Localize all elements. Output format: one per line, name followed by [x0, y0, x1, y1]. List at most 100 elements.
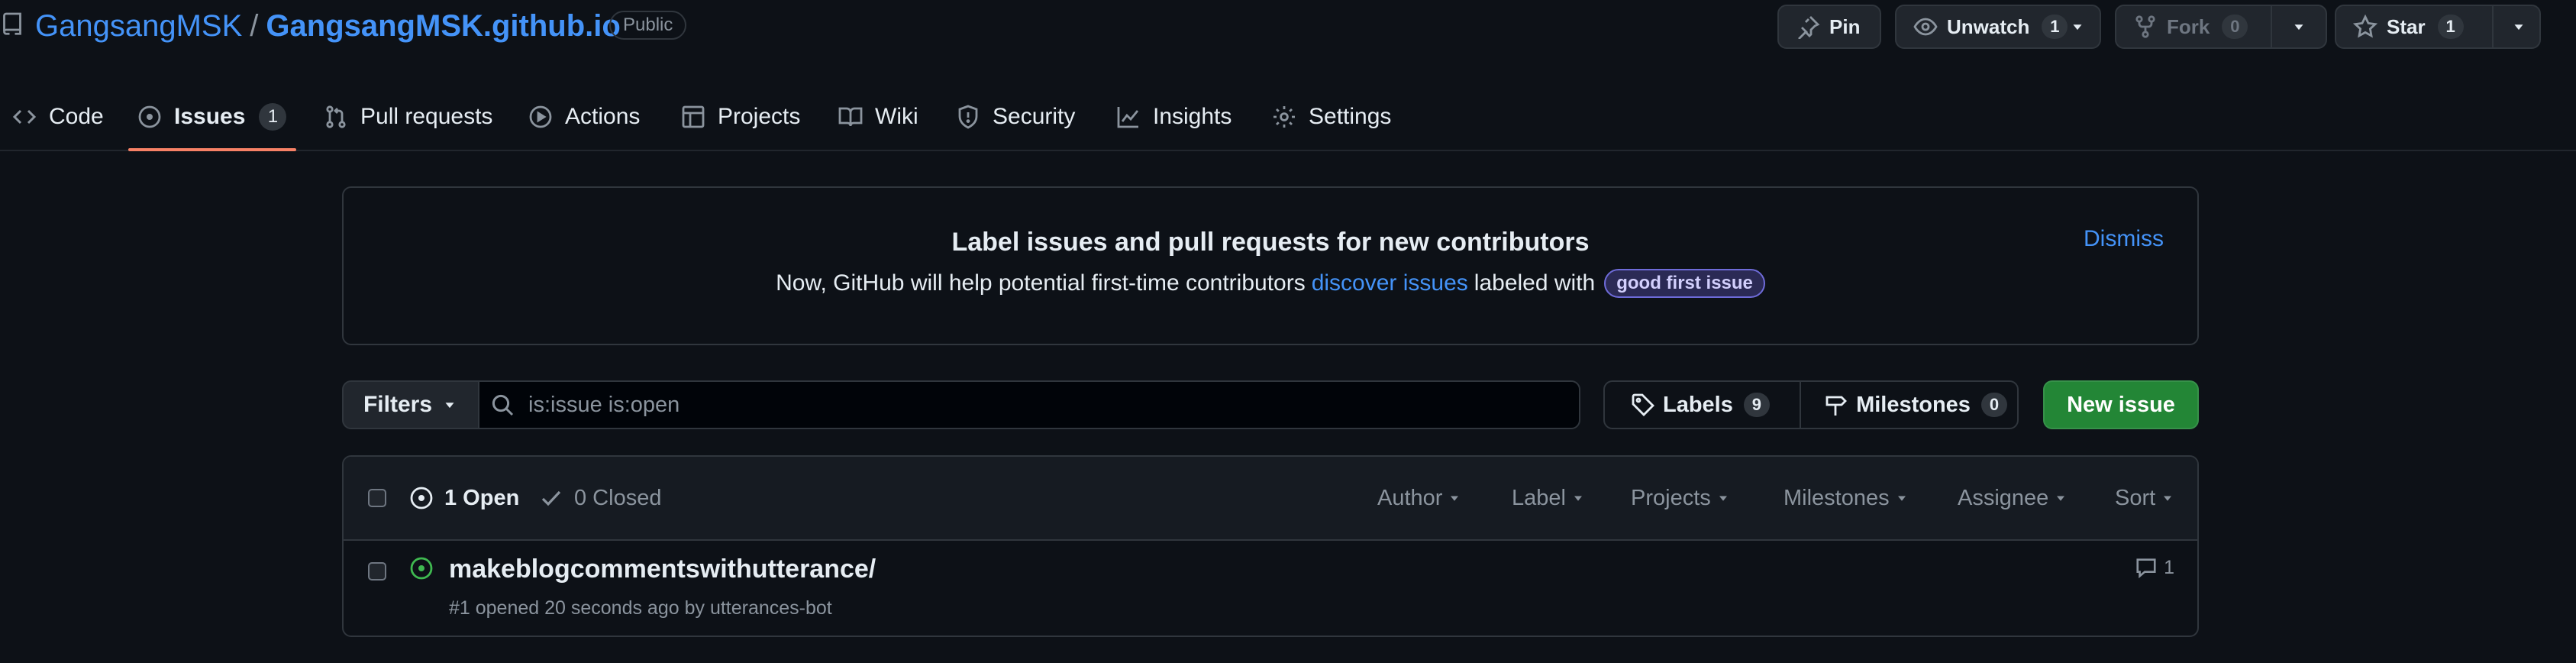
issue-title-link[interactable]: makeblogcommentswithutterance/	[449, 555, 876, 584]
star-divider	[2492, 6, 2494, 47]
repo-name-link[interactable]: GangsangMSK.github.io	[266, 9, 620, 44]
select-all-checkbox[interactable]	[368, 489, 386, 507]
projects-filter-label: Projects	[1631, 485, 1711, 510]
tab-label: Projects	[718, 104, 801, 129]
banner-description: Now, GitHub will help potential first-ti…	[344, 269, 2197, 298]
tab-label: Code	[49, 104, 104, 129]
watch-count: 1	[2042, 15, 2068, 39]
tab-projects[interactable]: Projects	[681, 84, 800, 150]
star-label: Star	[2387, 15, 2426, 38]
tab-label: Settings	[1309, 104, 1392, 129]
chevron-down-icon	[2053, 490, 2068, 506]
repo-header: GangsangMSK / GangsangMSK.github.io Publ…	[0, 0, 2576, 84]
banner-text-before: Now, GitHub will help potential first-ti…	[776, 270, 1306, 296]
comment-icon	[2135, 556, 2158, 579]
repo-forked-icon	[2133, 15, 2158, 39]
label-filter[interactable]: Label	[1512, 457, 1586, 539]
tab-actions[interactable]: Actions	[528, 84, 640, 150]
issues-count-badge: 1	[259, 103, 287, 131]
filters-button[interactable]: Filters	[342, 380, 479, 429]
search-value: is:issue is:open	[528, 392, 680, 417]
tab-label: Issues	[174, 104, 246, 129]
fork-button[interactable]: Fork 0	[2115, 5, 2327, 49]
tab-wiki[interactable]: Wiki	[838, 84, 918, 150]
star-count: 1	[2437, 15, 2464, 39]
closed-issues-filter[interactable]: 0 Closed	[539, 457, 661, 539]
banner-text-after: labeled with	[1474, 270, 1596, 296]
projects-filter[interactable]: Projects	[1631, 457, 1731, 539]
chevron-down-icon[interactable]	[2510, 18, 2527, 35]
unwatch-label: Unwatch	[1947, 15, 2030, 38]
issue-search-input[interactable]: is:issue is:open	[478, 380, 1580, 429]
pin-label: Pin	[1829, 15, 1861, 38]
banner-title: Label issues and pull requests for new c…	[951, 228, 1590, 257]
chevron-down-icon	[1570, 490, 1586, 506]
fork-count: 0	[2222, 15, 2248, 39]
tab-label: Actions	[565, 104, 641, 129]
tab-insights[interactable]: Insights	[1116, 84, 1232, 150]
milestones-label: Milestones	[1856, 392, 1971, 417]
chevron-down-icon[interactable]	[2290, 18, 2307, 35]
play-icon	[528, 105, 553, 129]
repo-title: GangsangMSK / GangsangMSK.github.io	[35, 5, 621, 47]
issue-checkbox[interactable]	[368, 562, 386, 581]
labels-milestones-group: Labels 9 Milestones 0	[1603, 380, 2019, 429]
tab-settings[interactable]: Settings	[1272, 84, 1391, 150]
milestones-filter-label: Milestones	[1784, 485, 1890, 510]
comment-count: 1	[2164, 556, 2174, 578]
labels-button[interactable]: Labels 9	[1605, 382, 1800, 428]
chevron-down-icon	[2160, 490, 2175, 506]
check-icon	[539, 486, 563, 510]
chevron-down-icon	[1716, 490, 1731, 506]
tab-security[interactable]: Security	[956, 84, 1075, 150]
issues-list-header: 1 Open 0 Closed Author Label Projects Mi…	[344, 457, 2197, 541]
shield-icon	[956, 105, 980, 129]
issues-list: 1 Open 0 Closed Author Label Projects Mi…	[342, 455, 2199, 637]
tab-code[interactable]: Code	[12, 84, 104, 150]
chevron-down-icon	[2069, 18, 2086, 35]
assignee-filter[interactable]: Assignee	[1958, 457, 2068, 539]
issue-opened-icon	[137, 105, 162, 129]
repo-tabs: Code Issues 1 Pull requests Actions Proj…	[0, 84, 2576, 151]
repo-icon	[2, 12, 23, 37]
table-icon	[681, 105, 705, 129]
open-issues-filter[interactable]: 1 Open	[409, 457, 519, 539]
dismiss-link[interactable]: Dismiss	[2084, 226, 2164, 252]
pin-button[interactable]: Pin	[1777, 5, 1881, 49]
chevron-down-icon	[441, 396, 458, 413]
unwatch-button[interactable]: Unwatch 1	[1895, 5, 2101, 49]
repo-separator: /	[250, 8, 259, 43]
milestones-count: 0	[1980, 393, 2007, 417]
milestones-button[interactable]: Milestones 0	[1801, 382, 2017, 428]
new-issue-button[interactable]: New issue	[2043, 380, 2199, 429]
fork-label: Fork	[2167, 15, 2210, 38]
issue-meta: #1 opened 20 seconds ago by utterances-b…	[449, 597, 832, 619]
issue-comments-link[interactable]: 1	[2135, 556, 2174, 579]
repo-owner-link[interactable]: GangsangMSK	[35, 9, 242, 44]
author-filter-label: Author	[1377, 485, 1443, 510]
good-first-issue-label[interactable]: good first issue	[1604, 269, 1765, 298]
issue-row[interactable]: makeblogcommentswithutterance/ #1 opened…	[344, 539, 2197, 636]
label-filter-label: Label	[1512, 485, 1566, 510]
code-icon	[12, 105, 37, 129]
search-icon	[490, 393, 515, 417]
assignee-filter-label: Assignee	[1958, 485, 2049, 510]
milestones-filter[interactable]: Milestones	[1784, 457, 1909, 539]
chevron-down-icon	[1447, 490, 1462, 506]
fork-divider	[2271, 6, 2272, 47]
tab-label: Wiki	[875, 104, 918, 129]
pin-icon	[1796, 15, 1820, 39]
author-filter[interactable]: Author	[1377, 457, 1462, 539]
discover-issues-link[interactable]: discover issues	[1312, 270, 1468, 296]
tab-label: Insights	[1153, 104, 1232, 129]
graph-icon	[1116, 105, 1141, 129]
tab-issues[interactable]: Issues 1	[128, 84, 296, 151]
sort-filter-label: Sort	[2115, 485, 2156, 510]
tab-pull-requests[interactable]: Pull requests	[324, 84, 492, 150]
labels-label: Labels	[1663, 392, 1733, 417]
star-icon	[2353, 15, 2377, 39]
eye-icon	[1913, 15, 1938, 39]
open-count-label: 1 Open	[444, 485, 520, 510]
star-button[interactable]: Star 1	[2335, 5, 2541, 49]
sort-filter[interactable]: Sort	[2115, 457, 2175, 539]
